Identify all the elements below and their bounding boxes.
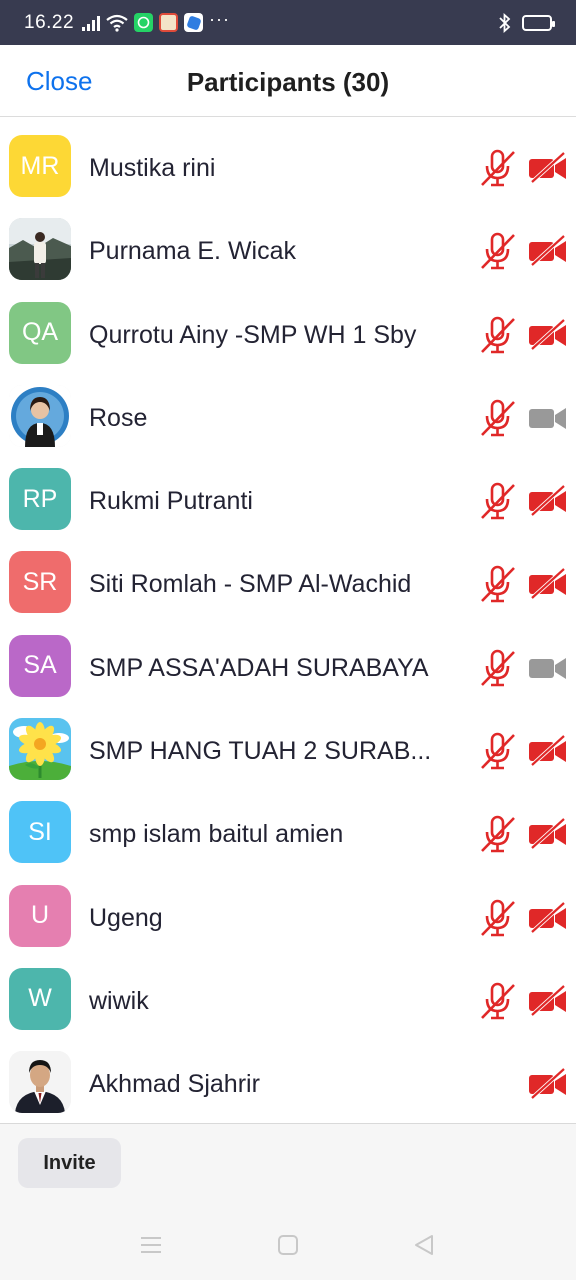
- avatar: [9, 218, 71, 281]
- avatar: RP: [9, 468, 71, 531]
- video-off-icon: [528, 568, 568, 600]
- participant-name: Rose: [89, 403, 148, 432]
- home-icon[interactable]: [277, 1234, 299, 1256]
- bluetooth-icon: [499, 12, 511, 33]
- status-time: 16.22: [24, 11, 75, 33]
- page-title: Participants (30): [186, 67, 390, 97]
- video-off-icon: [528, 734, 568, 767]
- whatsapp-icon: [134, 13, 154, 32]
- avatar: [9, 384, 71, 447]
- participant-name: SMP HANG TUAH 2 SURAB...: [89, 737, 432, 766]
- avatar-initials: W: [28, 984, 52, 1013]
- participant-name: Rukmi Putranti: [89, 487, 253, 516]
- participant-row[interactable]: SI smp islam baitul amien: [0, 783, 576, 866]
- mic-muted-icon: [478, 148, 518, 188]
- menu-icon[interactable]: [140, 1234, 162, 1256]
- participant-name: wiwik: [89, 986, 149, 1015]
- mic-muted-icon: [478, 814, 518, 854]
- participant-name: Mustika rini: [89, 154, 216, 182]
- avatar: MR: [9, 135, 71, 197]
- video-off-icon: [528, 318, 568, 351]
- participant-row[interactable]: Rose: [0, 367, 576, 450]
- mic-muted-icon: [478, 731, 518, 771]
- participant-name: Akhmad Sjahrir: [89, 1070, 260, 1099]
- avatar: U: [9, 884, 71, 947]
- avatar-initials: SA: [23, 651, 57, 680]
- participant-row[interactable]: Purnama E. Wicak: [0, 200, 576, 283]
- participant-row[interactable]: QA Qurrotu Ainy -SMP WH 1 Sby: [0, 284, 576, 367]
- avatar: [9, 718, 71, 781]
- avatar-initials: MR: [20, 151, 60, 180]
- participant-row[interactable]: Akhmad Sjahrir: [0, 1033, 576, 1116]
- participant-row[interactable]: SA SMP ASSA'ADAH SURABAYA: [0, 617, 576, 700]
- mic-muted-icon: [478, 898, 518, 938]
- wifi-icon: [106, 14, 128, 32]
- avatar: SI: [9, 801, 71, 864]
- invite-button[interactable]: Invite: [18, 1138, 121, 1188]
- avatar: W: [9, 967, 71, 1030]
- video-off-icon: [528, 234, 568, 267]
- video-off-icon: [528, 151, 568, 184]
- avatar-initials: SR: [22, 567, 58, 596]
- mic-muted-icon: [478, 231, 518, 271]
- avatar-initials: SI: [28, 817, 52, 846]
- participant-list[interactable]: MR Mustika rini Purnama E. Wicak QA Qurrotu …: [0, 117, 576, 1123]
- system-nav-bar: [0, 1224, 576, 1269]
- mic-muted-icon: [478, 481, 518, 521]
- status-right: [498, 12, 555, 33]
- participant-name: SMP ASSA'ADAH SURABAYA: [89, 653, 429, 682]
- participant-row[interactable]: RP Rukmi Putranti: [0, 450, 576, 533]
- footer: Invite: [0, 1123, 576, 1280]
- mic-muted-icon: [478, 315, 518, 355]
- participant-name: Ugeng: [89, 903, 163, 932]
- participant-row[interactable]: SMP HANG TUAH 2 SURAB...: [0, 700, 576, 783]
- video-off-icon: [528, 984, 568, 1017]
- avatar: SR: [9, 551, 71, 614]
- status-bar: 16.22 ···: [0, 0, 576, 45]
- status-icons: ···: [82, 9, 230, 32]
- app-icon: [159, 13, 179, 32]
- participant-name: smp islam baitul amien: [89, 820, 344, 849]
- avatar-initials: RP: [22, 484, 58, 513]
- participant-name: Qurrotu Ainy -SMP WH 1 Sby: [89, 320, 417, 349]
- participant-name: Siti Romlah - SMP Al-Wachid: [89, 570, 412, 599]
- mic-muted-icon: [478, 398, 518, 438]
- avatar: QA: [9, 301, 71, 364]
- avatar-initials: QA: [21, 318, 59, 347]
- video-on-icon: [528, 402, 568, 434]
- participant-row[interactable]: MR Mustika rini: [0, 117, 576, 200]
- video-off-icon: [528, 484, 568, 517]
- signal-icon: [82, 15, 101, 31]
- more-notifications-icon: ···: [209, 9, 231, 29]
- avatar: SA: [9, 634, 71, 697]
- battery-icon: [522, 14, 555, 31]
- participant-row[interactable]: SR Siti Romlah - SMP Al-Wachid: [0, 533, 576, 616]
- mic-muted-icon: [478, 648, 518, 688]
- app-icon: [184, 13, 204, 32]
- mic-muted-icon: [478, 981, 518, 1021]
- participant-row[interactable]: U Ugeng: [0, 867, 576, 950]
- video-off-icon: [528, 901, 568, 934]
- mic-muted-icon: [478, 564, 518, 604]
- avatar: [9, 1051, 71, 1114]
- back-icon[interactable]: [413, 1234, 435, 1256]
- participant-name: Purnama E. Wicak: [89, 237, 297, 266]
- avatar-initials: U: [30, 901, 50, 930]
- participant-row[interactable]: Wwiwik: [0, 950, 576, 1033]
- video-off-icon: [528, 817, 568, 850]
- video-on-icon: [528, 652, 568, 684]
- video-off-icon: [528, 1067, 568, 1100]
- header: Close Participants (30): [0, 45, 576, 117]
